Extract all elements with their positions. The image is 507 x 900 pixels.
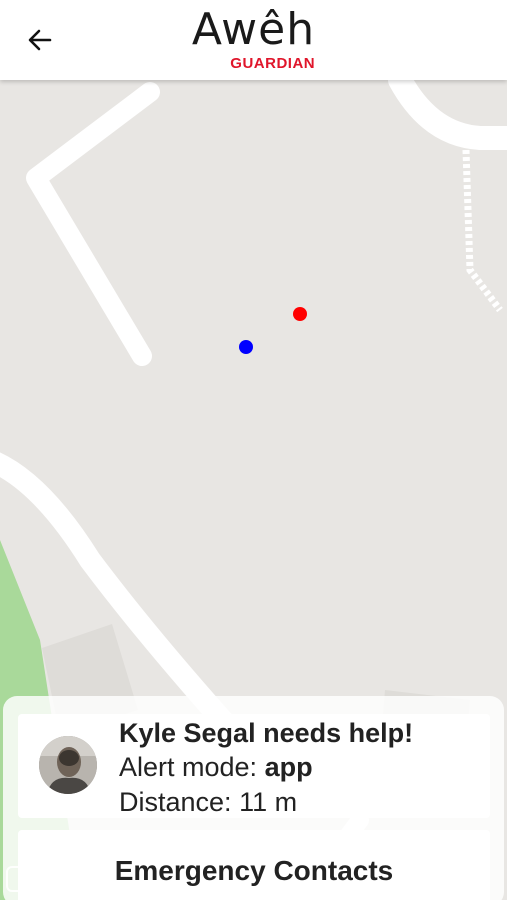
road [26, 82, 160, 366]
app-header: Awêh GUARDIAN [0, 0, 507, 80]
logo-text: Awêh [191, 4, 316, 55]
logo-subtitle: GUARDIAN [230, 55, 316, 72]
alert-card[interactable]: Kyle Segal needs help! Alert mode: app D… [18, 714, 490, 818]
emergency-contacts-label: Emergency Contacts [114, 855, 394, 886]
person-photo-icon [39, 736, 97, 794]
avatar [39, 736, 97, 794]
footpath [462, 149, 503, 313]
alert-text: Kyle Segal needs help! Alert mode: app D… [119, 714, 482, 820]
alert-mode-label: Alert mode: [119, 752, 258, 782]
app-screen: Awêh GUARDIAN Kyle Segal needs help! Ale… [0, 0, 507, 900]
alert-distance-value: 11 m [239, 787, 298, 817]
app-logo: Awêh GUARDIAN [0, 4, 507, 72]
alert-mode-value: app [264, 752, 313, 782]
alert-distance: Distance: 11 m [119, 785, 482, 820]
alert-mode: Alert mode: app [119, 750, 482, 785]
road [388, 80, 507, 150]
emergency-contacts-button[interactable]: Emergency Contacts [18, 830, 490, 900]
user-location-marker[interactable] [239, 340, 253, 354]
alert-title: Kyle Segal needs help! [119, 718, 414, 748]
alert-distance-label: Distance: [119, 787, 232, 817]
responder-location-marker[interactable] [293, 307, 307, 321]
